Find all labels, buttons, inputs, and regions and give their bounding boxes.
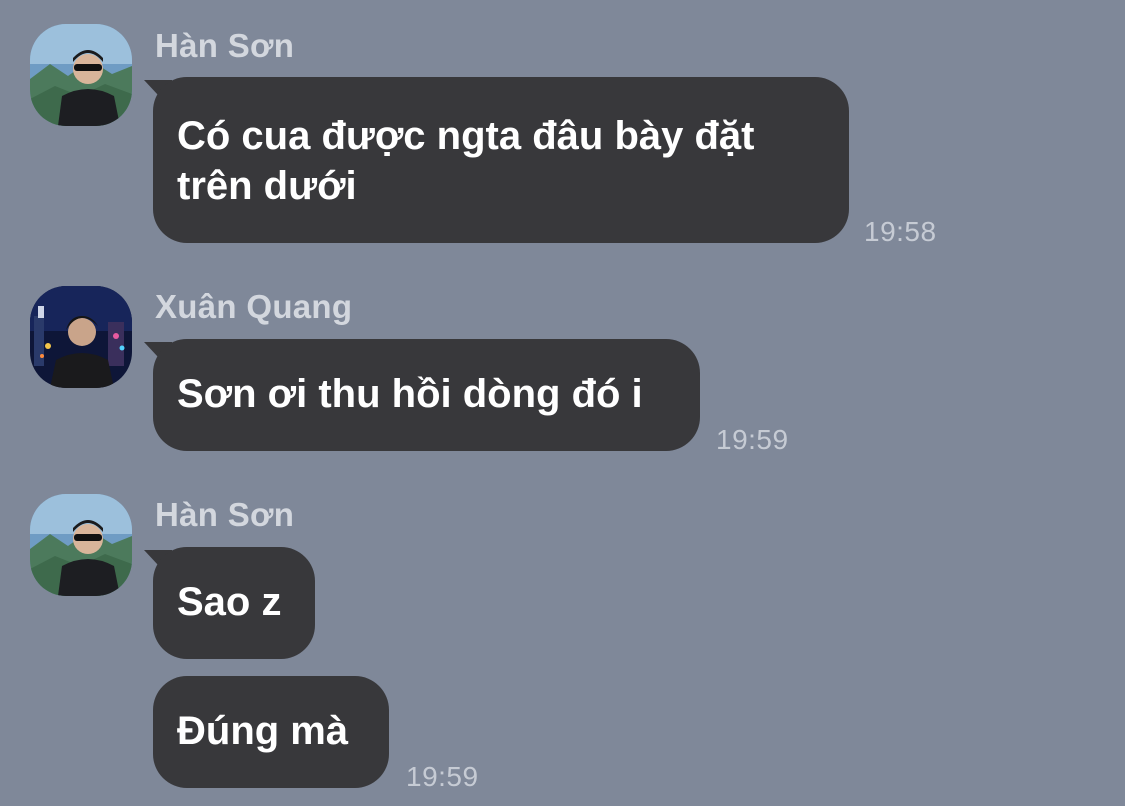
- avatar-xuan-quang[interactable]: [30, 286, 132, 388]
- message-text: Sao z: [177, 580, 282, 624]
- message-timestamp: 19:59: [716, 424, 789, 455]
- message-bubble[interactable]: Có cua được ngta đâu bày đặt trên dưới: [153, 77, 849, 243]
- message-bubble[interactable]: Đúng mà: [153, 676, 389, 788]
- mountain-portrait-avatar-icon: [30, 24, 132, 126]
- sender-name: Hàn Sơn: [155, 27, 295, 64]
- sender-name: Xuân Quang: [155, 288, 353, 325]
- message-timestamp: 19:59: [406, 761, 479, 792]
- message-text: Có cua được ngta đâu bày đặt trên dưới: [177, 114, 755, 208]
- message-text: Sơn ơi thu hồi dòng đó i: [177, 372, 643, 416]
- mountain-portrait-avatar-icon: [30, 494, 132, 596]
- city-night-portrait-avatar-icon: [30, 286, 132, 388]
- avatar-han-son[interactable]: [30, 494, 132, 596]
- message-text: Đúng mà: [177, 709, 349, 753]
- sender-name: Hàn Sơn: [155, 496, 295, 533]
- message-bubble[interactable]: Sơn ơi thu hồi dòng đó i: [153, 339, 700, 451]
- message-bubble[interactable]: Sao z: [153, 547, 315, 659]
- message-timestamp: 19:58: [864, 216, 937, 247]
- avatar-han-son[interactable]: [30, 24, 132, 126]
